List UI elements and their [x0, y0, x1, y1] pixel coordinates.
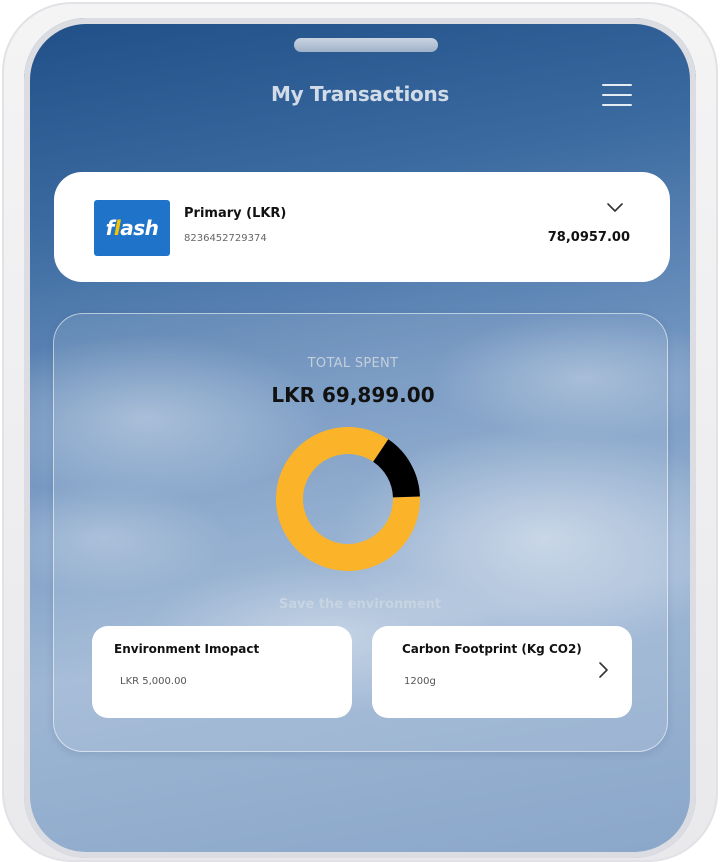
environment-impact-card[interactable]: Environment Imopact LKR 5,000.00	[92, 626, 352, 718]
carbon-footprint-value: 1200g	[404, 676, 436, 687]
environment-impact-value: LKR 5,000.00	[120, 676, 187, 687]
total-spent-label: TOTAL SPENT	[307, 356, 399, 371]
account-name: Primary (LKR)	[184, 206, 287, 221]
account-number: 8236452729374	[184, 233, 267, 244]
phone-notch	[294, 38, 438, 52]
hamburger-menu-icon[interactable]	[602, 84, 632, 106]
environment-impact-title: Environment Imopact	[114, 642, 260, 656]
save-environment-label: Save the environment	[278, 597, 442, 612]
account-card[interactable]: f l ash Primary (LKR) 8236452729374 78,095…	[54, 172, 670, 282]
chevron-right-icon[interactable]	[596, 660, 610, 680]
chevron-down-icon[interactable]	[606, 200, 624, 214]
flash-logo: f l ash	[94, 200, 170, 256]
spending-donut-chart	[276, 427, 420, 571]
carbon-footprint-card[interactable]: Carbon Footprint (Kg CO2) 1200g	[372, 626, 632, 718]
account-balance: 78,0957.00	[547, 230, 630, 245]
carbon-footprint-title: Carbon Footprint (Kg CO2)	[402, 642, 582, 656]
total-spent-amount: LKR 69,899.00	[271, 383, 435, 407]
